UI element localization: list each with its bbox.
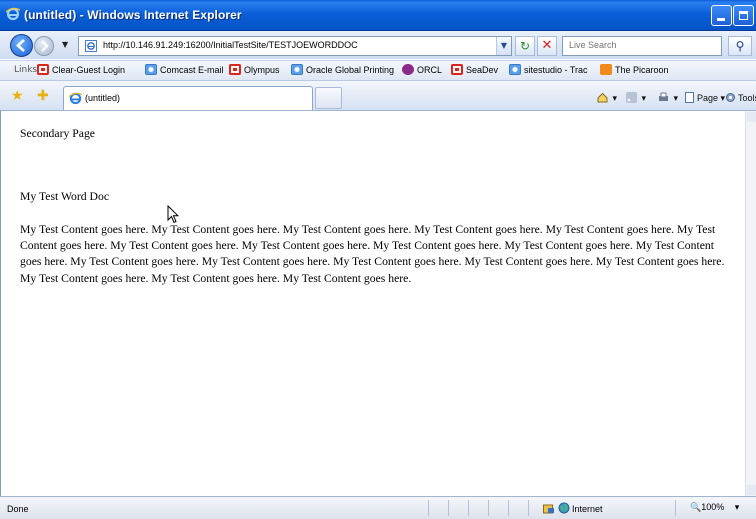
yahoo-icon — [402, 64, 414, 75]
address-bar[interactable]: http://10.146.91.249:16200/InitialTestSi… — [78, 36, 512, 56]
print-button[interactable]: ▾ — [658, 92, 678, 104]
add-to-favorites-button[interactable]: ✚ — [37, 88, 49, 104]
status-bar: Done — [0, 496, 756, 519]
search-icon: ⚲ — [735, 39, 745, 53]
maximize-icon — [739, 11, 748, 20]
forward-button[interactable] — [34, 36, 54, 56]
security-zone[interactable]: Internet — [543, 502, 603, 514]
link-sitestudio-trac[interactable]: sitestudio - Trac — [509, 64, 588, 75]
search-box[interactable] — [562, 36, 722, 56]
page-content — [0, 111, 745, 496]
back-arrow-icon — [16, 39, 25, 52]
page-icon — [685, 92, 694, 103]
favorites-center-button[interactable]: ★ — [11, 88, 24, 104]
stop-button[interactable]: ✕ — [537, 36, 557, 56]
link-seadev[interactable]: SeaDev — [451, 64, 498, 75]
maximize-button[interactable] — [733, 5, 754, 26]
link-orcl[interactable]: ORCL — [402, 64, 442, 75]
red-square-icon — [229, 64, 241, 75]
rss-feed-icon — [626, 92, 637, 103]
tools-menu-button[interactable]: Tools — [725, 92, 756, 103]
scroll-down-icon[interactable] — [747, 485, 756, 495]
vertical-scrollbar[interactable] — [745, 111, 756, 496]
document-title: My Test Word Doc — [20, 190, 110, 203]
globe-icon — [558, 502, 570, 514]
title-bar[interactable]: (untitled) - Windows Internet Explorer — [0, 0, 756, 31]
secondary-page-text: Secondary Page — [20, 127, 95, 140]
status-divider — [508, 500, 509, 516]
tab-untitled[interactable]: (untitled) — [63, 86, 313, 110]
link-oracle-global-printing[interactable]: Oracle Global Printing — [291, 64, 394, 75]
search-button[interactable]: ⚲ — [728, 36, 752, 56]
status-divider — [675, 500, 676, 516]
new-tab-button[interactable] — [315, 87, 342, 109]
link-comcast-email[interactable]: Comcast E-mail — [145, 64, 224, 75]
red-square-icon — [37, 64, 49, 75]
ie-page-icon — [509, 64, 521, 75]
minimize-icon — [717, 18, 725, 21]
links-label: Links — [14, 65, 38, 75]
address-dropdown-icon[interactable]: ▼ — [496, 37, 511, 55]
ie-page-icon — [291, 64, 303, 75]
url-text: http://10.146.91.249:16200/InitialTestSi… — [103, 40, 358, 50]
status-divider — [448, 500, 449, 516]
page-icon — [85, 40, 97, 52]
chevron-down-icon: ▾ — [734, 502, 740, 512]
blogger-icon — [600, 64, 612, 75]
stop-icon: ✕ — [541, 38, 553, 53]
star-icon: ★ — [11, 88, 24, 104]
refresh-icon: ↻ — [519, 39, 531, 53]
status-text: Done — [7, 504, 29, 514]
mouse-cursor-icon — [167, 205, 179, 224]
link-the-picaroon[interactable]: The Picaroon — [600, 64, 669, 75]
document-body: My Test Content goes here. My Test Conte… — [20, 223, 725, 285]
zoom-icon: 🔍 — [690, 502, 702, 512]
search-input[interactable] — [567, 39, 711, 51]
ie-page-icon — [145, 64, 157, 75]
zone-label: Internet — [572, 504, 603, 514]
zoom-level-button[interactable]: 🔍100% ▾ — [690, 502, 739, 513]
red-square-icon — [451, 64, 463, 75]
star-plus-icon: ✚ — [37, 88, 49, 104]
status-divider — [428, 500, 429, 516]
status-divider — [488, 500, 489, 516]
printer-icon — [659, 92, 668, 101]
feeds-button[interactable]: ▾ — [626, 92, 646, 104]
page-menu-button[interactable]: Page ▾ — [684, 92, 725, 104]
internet-explorer-icon — [69, 92, 82, 105]
home-button[interactable]: ▾ — [597, 92, 617, 104]
recent-pages-dropdown-icon[interactable]: ▼ — [62, 40, 68, 49]
home-icon — [597, 92, 608, 103]
status-divider — [528, 500, 529, 516]
status-divider — [468, 500, 469, 516]
zoom-value: 100% — [701, 502, 725, 512]
scroll-up-icon[interactable] — [747, 112, 756, 122]
back-button[interactable] — [10, 34, 33, 57]
tab-title: (untitled) — [85, 93, 121, 103]
forward-arrow-icon — [41, 40, 49, 52]
minimize-button[interactable] — [711, 5, 732, 26]
refresh-button[interactable]: ↻ — [515, 36, 535, 56]
internet-explorer-icon — [6, 7, 20, 21]
link-clear-guest-login[interactable]: Clear-Guest Login — [37, 64, 125, 75]
gear-icon — [726, 93, 735, 102]
window-title: (untitled) - Windows Internet Explorer — [24, 8, 242, 22]
protected-mode-icon — [543, 504, 554, 514]
link-olympus[interactable]: Olympus — [229, 64, 280, 75]
